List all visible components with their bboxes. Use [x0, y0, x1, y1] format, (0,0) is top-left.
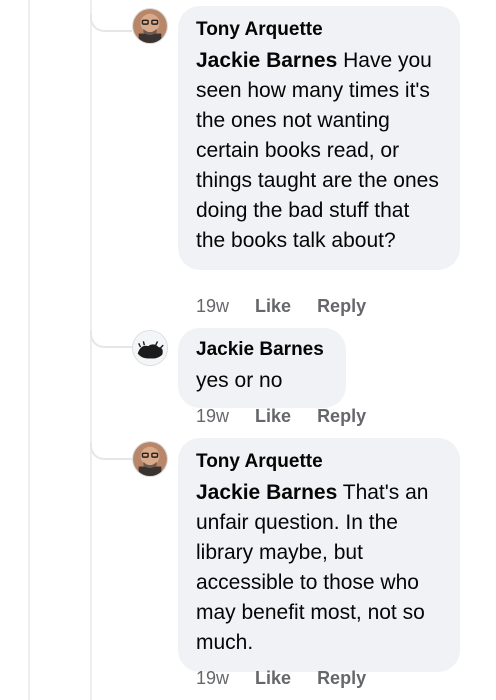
comment-body: Have you seen how many times it's the on… — [196, 49, 439, 252]
avatar[interactable] — [132, 8, 168, 44]
mention-link[interactable]: Jackie Barnes — [196, 481, 337, 504]
profile-photo-man-glasses-icon — [133, 442, 167, 476]
comment-actions: 19w Like Reply — [196, 296, 366, 317]
avatar[interactable] — [132, 441, 168, 477]
profile-photo-man-glasses-icon — [133, 9, 167, 43]
reply-button[interactable]: Reply — [317, 668, 366, 689]
comment-actions: 19w Like Reply — [196, 406, 366, 427]
comment-author[interactable]: Tony Arquette — [196, 450, 442, 474]
thread-branch — [90, 330, 132, 348]
comment-age[interactable]: 19w — [196, 668, 229, 689]
reply-button[interactable]: Reply — [317, 406, 366, 427]
thread-branch — [90, 14, 132, 32]
comment-body: yes or no — [196, 369, 283, 392]
reply-button[interactable]: Reply — [317, 296, 366, 317]
mention-link[interactable]: Jackie Barnes — [196, 49, 337, 72]
comment-age[interactable]: 19w — [196, 296, 229, 317]
comment-text: Jackie Barnes Have you seen how many tim… — [196, 46, 442, 256]
comment-actions: 19w Like Reply — [196, 668, 366, 689]
thread-branch — [90, 442, 132, 460]
comment-author[interactable]: Jackie Barnes — [196, 338, 328, 362]
avatar[interactable] — [132, 330, 168, 366]
like-button[interactable]: Like — [255, 406, 291, 427]
comment-bubble: Jackie Barnes yes or no — [178, 328, 346, 408]
thread-line-outer — [28, 0, 30, 700]
like-button[interactable]: Like — [255, 296, 291, 317]
comment-text: Jackie Barnes That's an unfair question.… — [196, 478, 442, 658]
comment-bubble: Tony Arquette Jackie Barnes That's an un… — [178, 438, 460, 672]
profile-photo-dark-animal-icon — [133, 331, 167, 365]
comment-author[interactable]: Tony Arquette — [196, 18, 442, 42]
comment-body: That's an unfair question. In the librar… — [196, 481, 429, 654]
comment-bubble: Tony Arquette Jackie Barnes Have you see… — [178, 6, 460, 270]
comment-age[interactable]: 19w — [196, 406, 229, 427]
thread-line-inner — [90, 0, 92, 700]
like-button[interactable]: Like — [255, 668, 291, 689]
